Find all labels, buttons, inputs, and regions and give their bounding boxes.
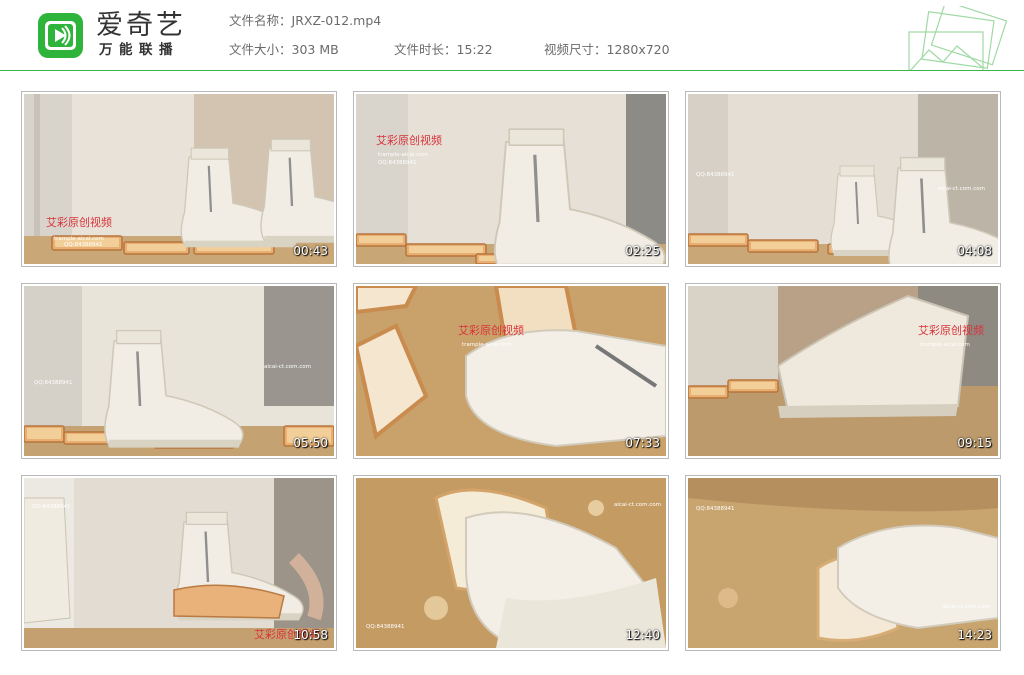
thumbnail-frame: aicai-ct.com.com QQ:84388941 04:08	[688, 94, 998, 264]
video-frame-image: 艾彩原创视频 trample-aicai.com QQ:84388941	[356, 94, 666, 264]
video-frame-image: aicai-ct.com.com QQ:84388941	[688, 478, 998, 648]
header: 爱奇艺 万能联播 文件名称：JRXZ-012.mp4 文件大小：303 MB 文…	[0, 0, 1024, 70]
thumbnail-frame: aicai-ct.com.com QQ:84388941 12:40	[356, 478, 666, 648]
thumbnail-timestamp: 05:50	[293, 436, 328, 450]
video-frame-image: aicai-ct.com.com QQ:84388941	[356, 478, 666, 648]
watermark-url-text: aicai-ct.com.com	[943, 604, 990, 610]
file-name-row: 文件名称：JRXZ-012.mp4	[229, 13, 381, 29]
video-frame-image: 艾彩原创视频QQ:84388941	[24, 478, 334, 648]
watermark-url-text: aicai-ct.com.com	[938, 186, 985, 192]
video-frame-image: 艾彩原创视频 trample-aicai.com	[356, 286, 666, 456]
watermark-url-text: aicai-ct.com.com	[264, 364, 311, 370]
watermark-text: 艾彩原创视频	[46, 215, 112, 229]
video-thumbnail[interactable]: aicai-ct.com.com QQ:84388941 12:40	[353, 475, 669, 651]
watermark-qq-text: QQ:84388941	[696, 506, 735, 512]
video-thumbnail[interactable]: aicai-ct.com.com QQ:84388941 04:08	[685, 91, 1001, 267]
thumbnail-frame: 艾彩原创视频 trample-aicai.com 07:33	[356, 286, 666, 456]
watermark-qq-text: QQ:84388941	[32, 504, 71, 510]
video-frame-image: aicai-ct.com.com QQ:84388941	[688, 94, 998, 264]
thumbnail-timestamp: 04:08	[957, 244, 992, 258]
file-name-value: JRXZ-012.mp4	[291, 13, 382, 28]
watermark-url-text: aicai-ct.com.com	[614, 502, 661, 508]
video-thumbnail[interactable]: 艾彩原创视频 QQ:84388941 10:58	[21, 475, 337, 651]
duration-label: 文件时长：	[394, 42, 457, 57]
watermark-qq-text: QQ:84388941	[696, 172, 735, 178]
thumbnail-frame: aicai-ct.com.com QQ:84388941 05:50	[24, 286, 334, 456]
duration-row: 文件时长：15:22	[394, 42, 493, 58]
header-divider	[0, 70, 1024, 71]
duration-value: 15:22	[456, 42, 493, 57]
thumbnail-frame: aicai-ct.com.com QQ:84388941 14:23	[688, 478, 998, 648]
video-thumbnail[interactable]: aicai-ct.com.com QQ:84388941 14:23	[685, 475, 1001, 651]
thumbnail-timestamp: 07:33	[625, 436, 660, 450]
thumbnail-timestamp: 10:58	[293, 628, 328, 642]
thumbnail-timestamp: 02:25	[625, 244, 660, 258]
dimensions-label: 视频尺寸：	[544, 42, 607, 57]
watermark-qq-text: QQ:84388941	[366, 624, 405, 630]
file-size-row: 文件大小：303 MB	[229, 42, 339, 58]
video-frame-image: 艾彩原创视频trample-aicai.comQQ:84388941	[24, 94, 334, 264]
watermark-url-text: trample-aicai.com	[920, 342, 970, 348]
thumbnail-timestamp: 12:40	[625, 628, 660, 642]
dimensions-value: 1280x720	[606, 42, 670, 57]
watermark-qq-text: QQ:84388941	[64, 242, 103, 248]
thumbnail-frame: 艾彩原创视频 trample-aicai.com 09:15	[688, 286, 998, 456]
video-frame-image: aicai-ct.com.com QQ:84388941	[24, 286, 334, 456]
watermark-qq-text: QQ:84388941	[34, 380, 73, 386]
watermark-url-text: trample-aicai.com	[378, 152, 428, 158]
thumbnail-frame: 艾彩原创视频 QQ:84388941 10:58	[24, 478, 334, 648]
thumbnail-timestamp: 09:15	[957, 436, 992, 450]
video-thumbnail[interactable]: 艾彩原创视频 trample-aicai.com QQ:84388941 00:43	[21, 91, 337, 267]
video-thumbnail[interactable]: 艾彩原创视频 trample-aicai.com QQ:84388941 02:25	[353, 91, 669, 267]
file-size-label: 文件大小：	[229, 42, 292, 57]
watermark-url-text: trample-aicai.com	[462, 342, 512, 348]
watermark-qq-text: QQ:84388941	[378, 160, 417, 166]
dimensions-row: 视频尺寸：1280x720	[544, 42, 670, 58]
watermark-text: 艾彩原创视频	[458, 323, 524, 337]
file-size-value: 303 MB	[291, 42, 339, 57]
photo-decoration-icon	[908, 6, 1008, 70]
thumbnail-timestamp: 14:23	[957, 628, 992, 642]
logo-title: 爱奇艺	[96, 10, 186, 41]
watermark-text: 艾彩原创视频	[376, 133, 442, 147]
thumbnail-timestamp: 00:43	[293, 244, 328, 258]
video-frame-image: 艾彩原创视频 trample-aicai.com	[688, 286, 998, 456]
video-thumbnail[interactable]: 艾彩原创视频 trample-aicai.com 07:33	[353, 283, 669, 459]
thumbnail-frame: 艾彩原创视频 trample-aicai.com QQ:84388941 00:43	[24, 94, 334, 264]
thumbnail-frame: 艾彩原创视频 trample-aicai.com QQ:84388941 02:25	[356, 94, 666, 264]
file-name-label: 文件名称：	[229, 13, 292, 28]
video-thumbnail[interactable]: aicai-ct.com.com QQ:84388941 05:50	[21, 283, 337, 459]
logo-subtitle: 万能联播	[99, 42, 179, 58]
iqiyi-logo-icon	[38, 13, 83, 58]
watermark-text: 艾彩原创视频	[918, 323, 984, 337]
video-thumbnail[interactable]: 艾彩原创视频 trample-aicai.com 09:15	[685, 283, 1001, 459]
